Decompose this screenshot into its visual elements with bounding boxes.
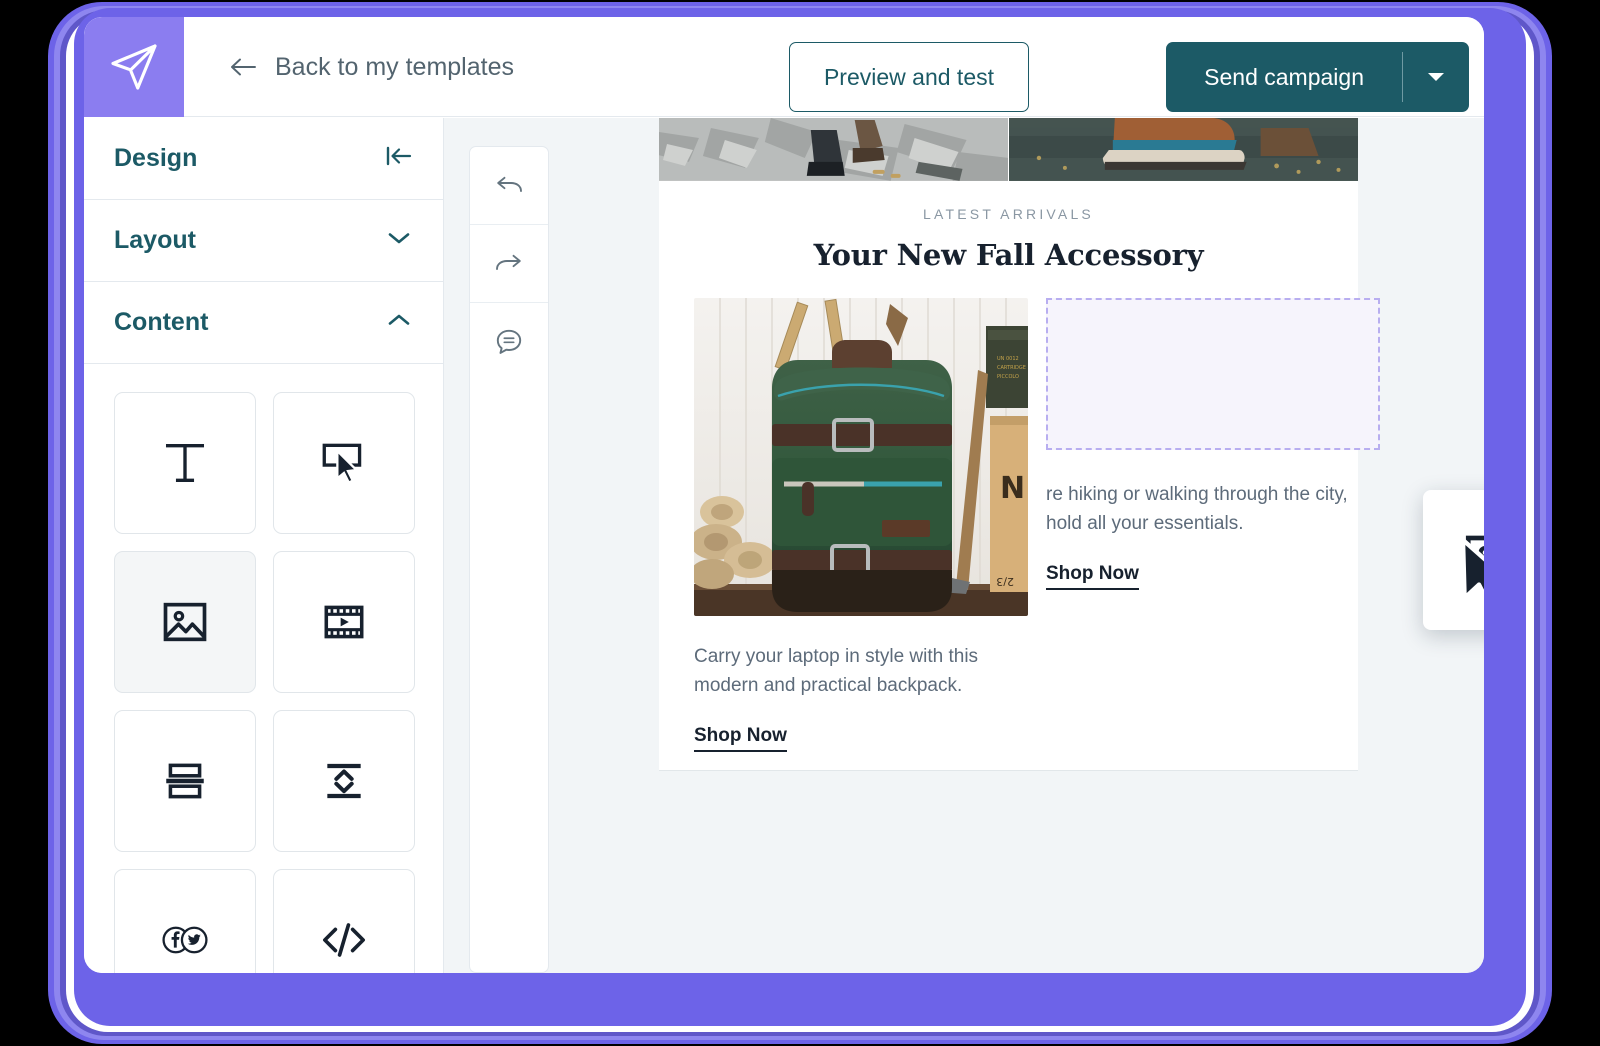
app-logo[interactable] (84, 17, 184, 117)
image-icon (163, 602, 207, 642)
arrow-left-icon (229, 56, 257, 78)
hero-image-left[interactable] (659, 118, 1009, 181)
content-block-html[interactable] (273, 869, 415, 973)
preview-and-test-button[interactable]: Preview and test (788, 42, 1029, 112)
content-block-social[interactable] (114, 869, 256, 973)
paper-plane-icon (111, 44, 157, 90)
email-template-card: LATEST ARRIVALS Your New Fall Accessory (659, 118, 1380, 771)
email-headline: Your New Fall Accessory (813, 238, 1204, 272)
back-to-templates-label: Back to my templates (275, 52, 514, 81)
collapse-panel-icon[interactable] (385, 144, 413, 173)
send-campaign-dropdown-button[interactable] (1403, 42, 1469, 112)
comment-button[interactable] (470, 303, 548, 381)
product-column-left: UN 0012 CARTRIDGE PICCOLO N 2/3 Carry yo… (694, 298, 1028, 752)
mouse-pointer-icon (1459, 536, 1484, 613)
editor-sidebar: Design Layout Content (84, 118, 444, 973)
redo-button[interactable] (470, 225, 548, 303)
svg-text:2/3: 2/3 (996, 575, 1014, 588)
sidebar-section-content[interactable]: Content (84, 282, 443, 364)
right-shop-now-link[interactable]: Shop Now (1046, 563, 1139, 590)
hero-image-right[interactable] (1008, 118, 1359, 181)
email-hero-images[interactable] (659, 118, 1358, 181)
top-toolbar: Back to my templates Preview and test Se… (84, 17, 1484, 117)
social-icons-icon (162, 926, 208, 954)
content-block-image[interactable] (114, 551, 256, 693)
text-t-icon (165, 443, 205, 483)
content-block-text[interactable] (114, 392, 256, 534)
content-block-spacer[interactable] (273, 710, 415, 852)
email-canvas[interactable]: LATEST ARRIVALS Your New Fall Accessory (574, 118, 1484, 973)
email-eyebrow: LATEST ARRIVALS (923, 206, 1094, 222)
chevron-up-icon[interactable] (385, 310, 413, 335)
sidebar-section-design[interactable]: Design (84, 118, 443, 200)
svg-text:N: N (1000, 471, 1025, 506)
code-icon (323, 923, 365, 957)
backpack-photo[interactable]: UN 0012 CARTRIDGE PICCOLO N 2/3 (694, 298, 1028, 616)
content-block-button[interactable] (273, 392, 415, 534)
back-to-templates-link[interactable]: Back to my templates (229, 17, 514, 117)
editor-body: Design Layout Content LATEST ARRIVALS Yo… (84, 118, 1484, 973)
svg-text:CARTRIDGE: CARTRIDGE (997, 365, 1026, 371)
send-campaign-button[interactable]: Send campaign (1166, 42, 1402, 112)
comment-bubble-icon (496, 329, 522, 354)
history-rail-column (444, 118, 574, 973)
image-drop-zone[interactable] (1046, 298, 1380, 450)
spacer-icon (327, 763, 361, 799)
sidebar-section-content-label: Content (114, 308, 209, 336)
sidebar-section-layout[interactable]: Layout (84, 200, 443, 282)
split-rows-icon (166, 763, 204, 799)
app-window: Back to my templates Preview and test Se… (84, 17, 1484, 973)
undo-button[interactable] (470, 147, 548, 225)
svg-text:UN 0012: UN 0012 (997, 356, 1019, 362)
product-column-right: re hiking or walking through the city, h… (1046, 298, 1380, 752)
email-footer: Subscribe to our texts for exclusive dis… (659, 948, 1358, 973)
left-shop-now-link[interactable]: Shop Now (694, 725, 787, 752)
sidebar-section-layout-label: Layout (114, 226, 196, 254)
svg-text:PICCOLO: PICCOLO (997, 374, 1019, 380)
left-product-description: Carry your laptop in style with this mod… (694, 646, 979, 696)
redo-arrow-icon (496, 254, 521, 270)
caret-down-icon (1428, 73, 1444, 81)
film-strip-icon (324, 605, 364, 639)
sidebar-section-design-label: Design (114, 144, 198, 172)
email-content-section: LATEST ARRIVALS Your New Fall Accessory (659, 118, 1380, 752)
history-rail (469, 146, 549, 973)
undo-arrow-icon (497, 176, 522, 192)
content-blocks-grid (84, 364, 443, 973)
button-cursor-icon (322, 443, 362, 485)
right-product-description: re hiking or walking through the city, h… (1046, 484, 1348, 534)
drag-ghost-image-block (1423, 490, 1484, 630)
send-campaign-group: Send campaign (1166, 42, 1469, 112)
content-block-video[interactable] (273, 551, 415, 693)
chevron-down-icon[interactable] (385, 228, 413, 253)
content-block-divider[interactable] (114, 710, 256, 852)
product-row: UN 0012 CARTRIDGE PICCOLO N 2/3 Carry yo… (659, 298, 1380, 752)
